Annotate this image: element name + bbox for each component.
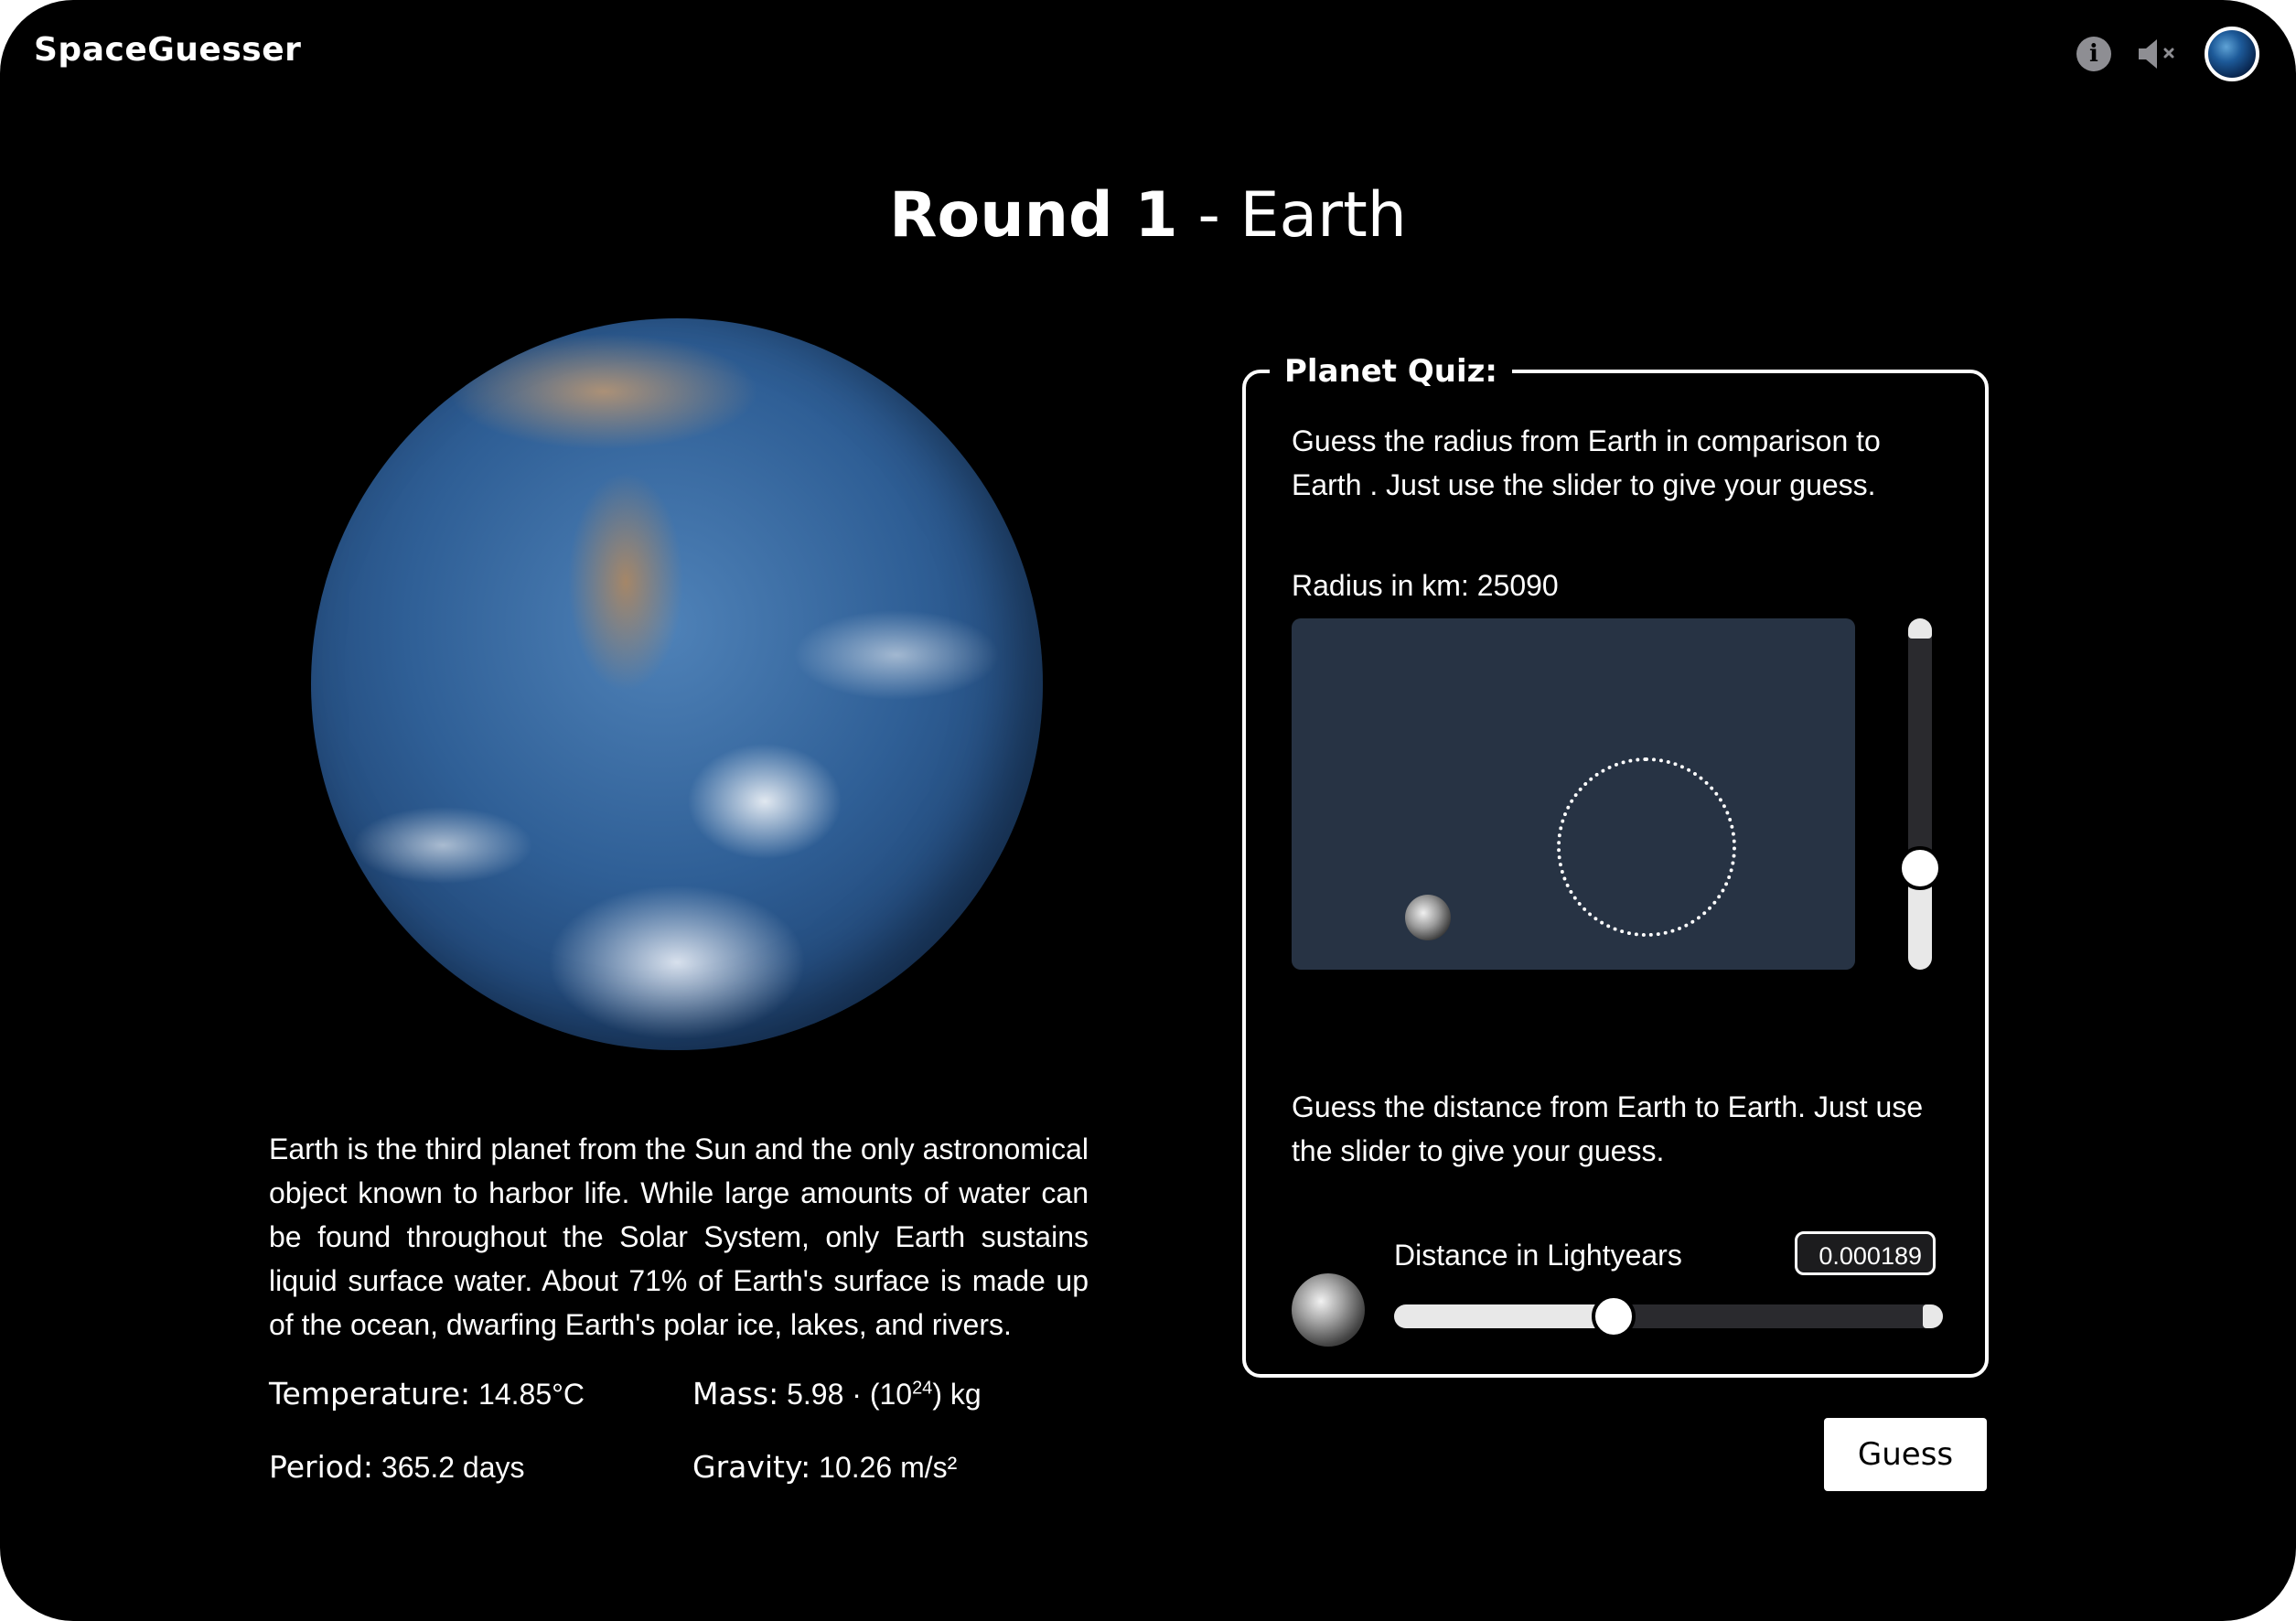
distance-slider-thumb[interactable] — [1592, 1294, 1636, 1338]
title-separator: - — [1177, 179, 1240, 252]
gravity-stat: Gravity: 10.26 m/s² — [692, 1449, 957, 1485]
app-window: SpaceGuesser i Round 1 - Earth Earth is … — [0, 0, 2296, 1621]
top-icons: i — [2076, 24, 2259, 84]
page-title: Round 1 - Earth — [0, 179, 2296, 252]
distance-slider-fill — [1394, 1304, 1614, 1328]
mass-label: Mass: — [692, 1376, 779, 1412]
info-icon[interactable]: i — [2076, 37, 2111, 71]
distance-value-field[interactable]: 0.000189 — [1795, 1231, 1936, 1275]
planet-description: Earth is the third planet from the Sun a… — [269, 1133, 1089, 1341]
planet-quiz-panel: Planet Quiz: Guess the radius from Earth… — [1242, 353, 1989, 1378]
earth-reference-icon — [1405, 895, 1451, 940]
gravity-label: Gravity: — [692, 1449, 811, 1485]
temperature-stat: Temperature: 14.85°C — [269, 1376, 585, 1412]
radius-slider-thumb[interactable] — [1898, 845, 1942, 890]
mass-stat: Mass: 5.98 · (1024) kg — [692, 1376, 982, 1412]
radius-comparison-canvas — [1292, 618, 1855, 970]
distance-slider-cap — [1923, 1304, 1943, 1328]
temperature-value: 14.85°C — [478, 1378, 585, 1411]
period-value: 365.2 days — [381, 1451, 525, 1484]
round-label: Round 1 — [889, 179, 1178, 252]
planet-avatar-icon[interactable] — [2205, 27, 2259, 81]
distance-question: Guess the distance from Earth to Earth. … — [1292, 1090, 1924, 1167]
quiz-legend: Planet Quiz: — [1270, 353, 1513, 390]
planet-name: Earth — [1239, 179, 1407, 252]
distance-label: Distance in Lightyears — [1394, 1239, 1682, 1272]
period-label: Period: — [269, 1449, 374, 1485]
mass-value: 5.98 · (1024) kg — [787, 1378, 982, 1411]
period-stat: Period: 365.2 days — [269, 1449, 524, 1485]
guess-button[interactable]: Guess — [1824, 1418, 1987, 1491]
gravity-value: 10.26 m/s² — [819, 1451, 958, 1484]
radius-label: Radius in km: 25090 — [1292, 569, 1559, 602]
temperature-label: Temperature: — [269, 1376, 471, 1412]
earth-image — [311, 318, 1043, 1050]
radius-slider[interactable] — [1898, 618, 1942, 970]
radius-guess-circle — [1557, 757, 1736, 937]
radius-question: Guess the radius from Earth in compariso… — [1292, 424, 1881, 501]
earth-distance-icon — [1292, 1273, 1365, 1347]
app-logo[interactable]: SpaceGuesser — [34, 31, 301, 69]
distance-slider[interactable] — [1394, 1294, 1943, 1338]
radius-slider-cap — [1908, 618, 1932, 639]
sound-muted-icon[interactable] — [2135, 36, 2181, 72]
